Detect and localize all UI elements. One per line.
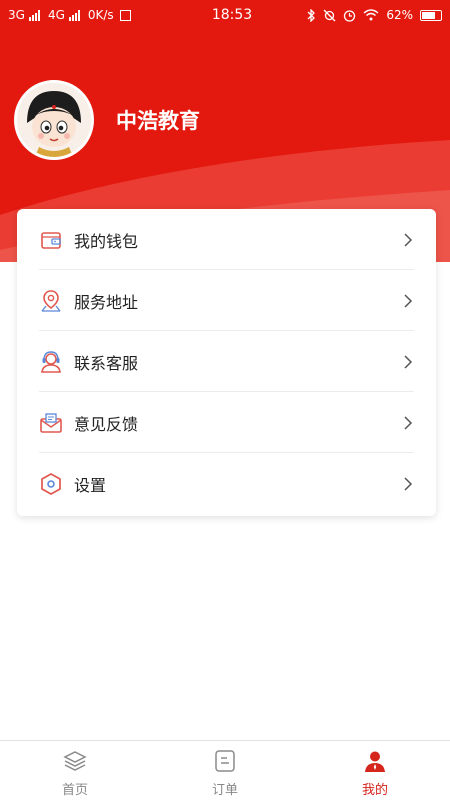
tab-label: 订单 xyxy=(211,783,238,798)
chevron-right-icon xyxy=(404,232,413,247)
menu-item-wallet[interactable]: 我的钱包 xyxy=(39,209,414,270)
tab-label: 我的 xyxy=(361,783,388,798)
menu-item-label: 设置 xyxy=(74,475,107,495)
notification-icon xyxy=(119,9,131,21)
signal-icon xyxy=(68,9,80,21)
bluetooth-icon xyxy=(307,8,316,22)
chevron-right-icon xyxy=(404,354,413,369)
avatar-cartoon-girl-icon xyxy=(17,83,91,157)
feedback-envelope-icon xyxy=(39,411,63,435)
menu-item-label: 服务地址 xyxy=(74,292,139,312)
tab-home[interactable]: 首页 xyxy=(0,741,150,800)
menu-item-address[interactable]: 服务地址 xyxy=(39,270,414,331)
network-type-1: 3G xyxy=(8,8,25,22)
menu-item-customer-service[interactable]: 联系客服 xyxy=(39,331,414,392)
customer-service-icon xyxy=(39,350,63,374)
clock: 18:53 xyxy=(211,7,253,23)
tab-label: 首页 xyxy=(61,783,88,798)
chevron-right-icon xyxy=(404,293,413,308)
menu-item-label: 我的钱包 xyxy=(74,231,139,251)
user-icon xyxy=(365,751,385,772)
menu-item-settings[interactable]: 设置 xyxy=(39,453,414,514)
alarm-icon xyxy=(344,9,356,22)
menu-item-label: 联系客服 xyxy=(74,353,139,373)
network-type-2: 4G xyxy=(47,8,65,22)
tab-orders[interactable]: 订单 xyxy=(150,741,300,800)
network-speed: 0K/s xyxy=(87,8,114,22)
settings-hexagon-icon xyxy=(39,472,63,496)
order-list-icon xyxy=(215,750,235,772)
menu-item-feedback[interactable]: 意见反馈 xyxy=(39,392,414,453)
wallet-icon xyxy=(39,228,63,252)
bottom-tab-bar: 首页 订单 我的 xyxy=(0,740,450,800)
profile-name: 中浩教育 xyxy=(116,109,200,133)
status-bar: 3G 4G 0K/s 18:53 62% xyxy=(0,0,450,30)
menu-card: 我的钱包 服务地址 联系客服 意见反馈 设置 xyxy=(17,209,436,516)
chevron-right-icon xyxy=(404,476,413,491)
battery-icon xyxy=(420,9,442,21)
menu-item-label: 意见反馈 xyxy=(74,414,139,434)
tab-mine[interactable]: 我的 xyxy=(300,741,450,800)
chevron-right-icon xyxy=(404,415,413,430)
signal-icon xyxy=(28,9,40,21)
avatar[interactable] xyxy=(14,80,94,160)
layers-icon xyxy=(63,751,87,771)
vibrate-icon xyxy=(323,9,336,21)
location-pin-icon xyxy=(39,289,63,313)
battery-percent: 62% xyxy=(386,8,413,22)
wifi-icon xyxy=(363,9,379,21)
